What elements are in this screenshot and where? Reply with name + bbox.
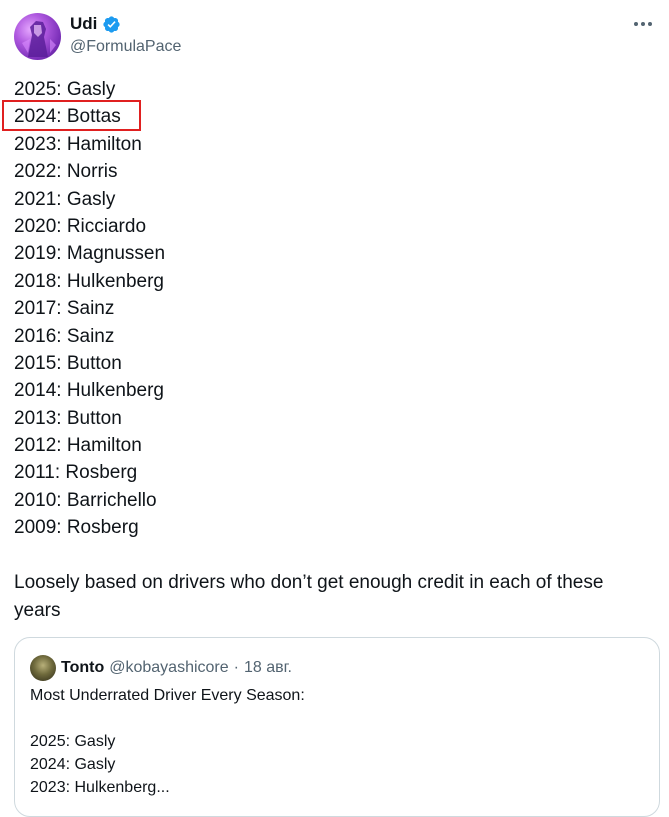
tweet-tail-text: Loosely based on drivers who don’t get e… (14, 572, 604, 621)
quote-header: Tonto @kobayashicore · 18 авг. (30, 655, 292, 681)
quote-text: Most Underrated Driver Every Season: 202… (30, 684, 305, 799)
author-avatar[interactable] (14, 13, 61, 60)
tweet-text: 2025: Gasly 2024: Bottas 2023: Hamilton … (14, 76, 165, 542)
tweet-line: 2016: Sainz (14, 325, 115, 347)
quote-line: 2023: Hulkenberg... (30, 779, 170, 796)
tweet-line: 2018: Hulkenberg (14, 270, 164, 292)
quote-author-name[interactable]: Tonto (61, 659, 104, 677)
quote-line: 2024: Gasly (30, 756, 116, 773)
tweet-line: 2017: Sainz (14, 298, 115, 320)
quoted-tweet[interactable]: Tonto @kobayashicore · 18 авг. Most Unde… (14, 637, 660, 817)
tweet-line: 2020: Ricciardo (14, 215, 147, 237)
tweet-line: 2010: Barrichello (14, 489, 157, 511)
tweet-line: 2012: Hamilton (14, 435, 142, 457)
tweet-line: 2013: Button (14, 407, 122, 429)
tweet-line: 2019: Magnussen (14, 243, 166, 265)
tweet-line: 2021: Gasly (14, 188, 116, 210)
tweet-line: 2011: Rosberg (14, 462, 138, 484)
quote-separator: · (233, 659, 239, 676)
more-horizontal-icon (634, 22, 652, 26)
tweet-line: 2023: Hamilton (14, 133, 142, 155)
author-name[interactable]: Udi (70, 14, 121, 34)
author-name-text[interactable]: Udi (70, 14, 97, 34)
quote-line: 2025: Gasly (30, 733, 116, 750)
author-handle[interactable]: @FormulaPace (70, 37, 181, 57)
quote-author-handle[interactable]: @kobayashicore (109, 659, 228, 677)
tweet-line: 2009: Rosberg (14, 517, 139, 539)
quote-date[interactable]: 18 авг. (244, 659, 292, 677)
quote-avatar[interactable] (30, 655, 56, 681)
quote-line (30, 707, 305, 730)
tweet-line: 2015: Button (14, 352, 122, 374)
more-options-button[interactable] (631, 14, 655, 34)
quote-line: Most Underrated Driver Every Season: (30, 687, 305, 704)
highlight-box (2, 100, 141, 131)
verified-badge-icon (103, 15, 121, 33)
tweet-line: 2014: Hulkenberg (14, 380, 164, 402)
tweet-line: 2022: Norris (14, 161, 118, 183)
